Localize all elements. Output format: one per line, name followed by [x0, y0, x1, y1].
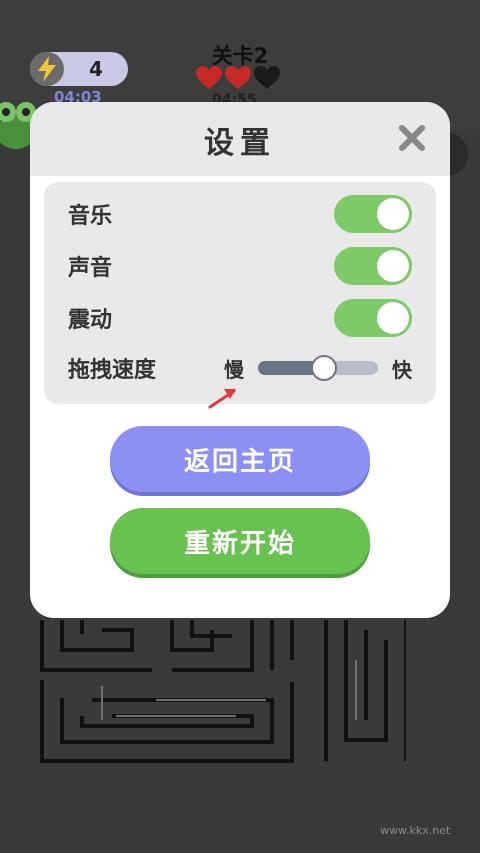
heart-icon	[196, 66, 222, 89]
return-home-button[interactable]: 返回主页	[110, 426, 370, 492]
drag-speed-slider[interactable]	[258, 355, 378, 381]
close-icon[interactable]	[396, 122, 428, 154]
fast-label: 快	[392, 357, 412, 382]
hint-arrow-icon	[208, 389, 236, 409]
slider-thumb[interactable]	[311, 355, 337, 381]
slow-label: 慢	[224, 357, 244, 382]
vibration-label: 震动	[68, 308, 113, 333]
dialog-title: 设置	[204, 126, 276, 161]
drag-speed-row: 拖拽速度 慢 快	[68, 348, 412, 388]
sound-label: 声音	[68, 256, 113, 281]
music-label: 音乐	[68, 204, 113, 229]
settings-panel: 音乐 声音 震动 拖拽速度 慢 快	[44, 182, 436, 404]
settings-dialog: 设置 音乐 声音 震动 拖拽速度 慢 快 返回主页 重新开始	[30, 102, 450, 618]
heart-empty-icon	[254, 66, 280, 89]
watermark: www.kkx.net	[380, 824, 451, 837]
music-setting-row: 音乐	[68, 194, 412, 234]
lightning-icon	[30, 52, 64, 86]
sound-toggle[interactable]	[334, 247, 412, 285]
drag-speed-label: 拖拽速度	[68, 358, 157, 383]
dialog-header: 设置	[30, 102, 450, 176]
energy-counter: 4	[30, 52, 128, 86]
lives-hearts	[196, 66, 280, 90]
sound-setting-row: 声音	[68, 246, 412, 286]
heart-icon	[225, 66, 251, 89]
maze-board	[40, 620, 406, 763]
restart-button[interactable]: 重新开始	[110, 508, 370, 574]
vibration-toggle[interactable]	[334, 299, 412, 337]
drag-speed-control: 慢 快	[224, 348, 412, 388]
vibration-setting-row: 震动	[68, 298, 412, 338]
music-toggle[interactable]	[334, 195, 412, 233]
energy-count: 4	[89, 57, 103, 81]
